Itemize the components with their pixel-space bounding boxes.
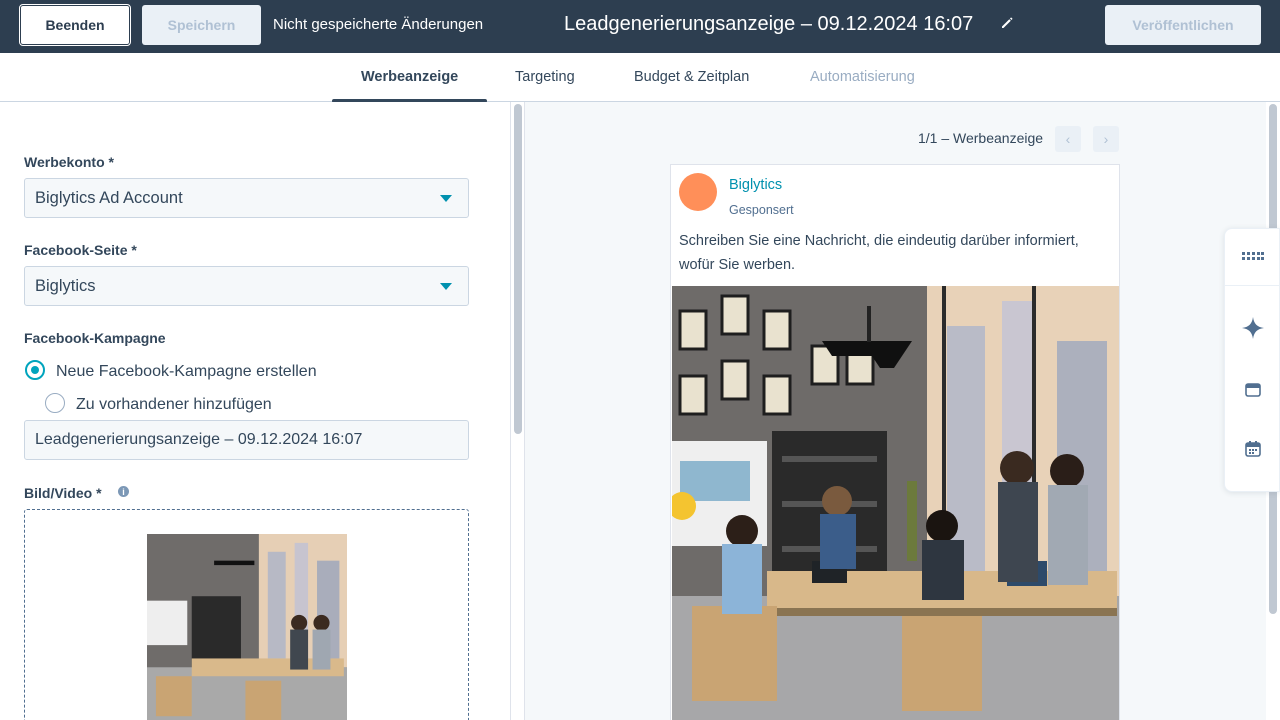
facebook-page-label: Facebook-Seite * [24, 242, 137, 258]
campaign-name-value: Leadgenerierungsanzeige – 09.12.2024 16:… [35, 431, 363, 448]
rail-divider [1225, 285, 1280, 286]
ad-account-label: Werbekonto * [24, 154, 114, 170]
ad-preview-panel: 1/1 – Werbeanzeige ‹ › Biglytics Gespons… [525, 102, 1266, 720]
page-title: Leadgenerierungsanzeige – 09.12.2024 16:… [564, 13, 974, 35]
next-ad-button[interactable]: › [1093, 126, 1119, 152]
tab-werbeanzeige[interactable]: Werbeanzeige [361, 69, 458, 85]
media-dropzone[interactable] [24, 509, 469, 720]
campaign-name-input[interactable]: Leadgenerierungsanzeige – 09.12.2024 16:… [24, 420, 469, 460]
sparkle-icon[interactable] [1242, 317, 1264, 339]
chevron-down-icon [440, 283, 452, 290]
campaign-label: Facebook-Kampagne [24, 330, 166, 346]
facebook-ad-preview-card: Biglytics Gesponsert Schreiben Sie eine … [670, 164, 1120, 720]
preview-sponsored-label: Gesponsert [729, 203, 794, 217]
tab-targeting[interactable]: Targeting [515, 69, 575, 85]
ad-account-value: Biglytics Ad Account [35, 188, 183, 207]
tab-budget-zeitplan[interactable]: Budget & Zeitplan [634, 69, 749, 85]
save-button[interactable]: Speichern [142, 5, 261, 45]
office-image [672, 286, 1119, 720]
window-icon[interactable] [1242, 379, 1264, 401]
preview-ad-image [672, 286, 1119, 720]
exit-button[interactable]: Beenden [19, 4, 131, 46]
preview-message: Schreiben Sie eine Nachricht, die eindeu… [679, 233, 1079, 273]
office-image-thumb [147, 534, 347, 720]
tab-automatisierung[interactable]: Automatisierung [810, 69, 915, 85]
right-side-rail [1224, 228, 1280, 492]
facebook-page-value: Biglytics [35, 276, 96, 295]
chevron-left-icon: ‹ [1065, 131, 1071, 147]
preview-page-name: Biglytics [729, 177, 783, 193]
radio-new-campaign[interactable] [25, 360, 45, 380]
media-thumbnail[interactable] [147, 534, 347, 720]
preview-pager-text: 1/1 – Werbeanzeige [918, 130, 1044, 146]
radio-new-campaign-label[interactable]: Neue Facebook-Kampagne erstellen [56, 363, 317, 381]
form-scrollbar-thumb[interactable] [514, 104, 522, 434]
unsaved-changes-text: Nicht gespeicherte Änderungen [273, 16, 484, 33]
calendar-icon[interactable] [1242, 438, 1264, 460]
chevron-right-icon: › [1103, 131, 1109, 147]
avatar [679, 173, 717, 211]
info-icon[interactable]: i [118, 486, 129, 497]
grid-icon[interactable] [1242, 246, 1264, 268]
ad-account-select[interactable]: Biglytics Ad Account [24, 178, 469, 218]
chevron-down-icon [440, 195, 452, 202]
radio-existing-campaign-label[interactable]: Zu vorhandener hinzufügen [76, 396, 272, 414]
pencil-icon[interactable] [1000, 16, 1014, 30]
previous-ad-button[interactable]: ‹ [1055, 126, 1081, 152]
form-scrollbar[interactable] [510, 102, 525, 720]
facebook-page-select[interactable]: Biglytics [24, 266, 469, 306]
tab-bar: Werbeanzeige Targeting Budget & Zeitplan… [0, 53, 1280, 103]
top-bar: Beenden Speichern Nicht gespeicherte Änd… [0, 0, 1280, 53]
ad-form-panel: Werbekonto * Biglytics Ad Account Facebo… [0, 102, 510, 720]
publish-button[interactable]: Veröffentlichen [1105, 5, 1261, 45]
radio-existing-campaign[interactable] [45, 393, 65, 413]
media-label: Bild/Video * [24, 485, 102, 501]
